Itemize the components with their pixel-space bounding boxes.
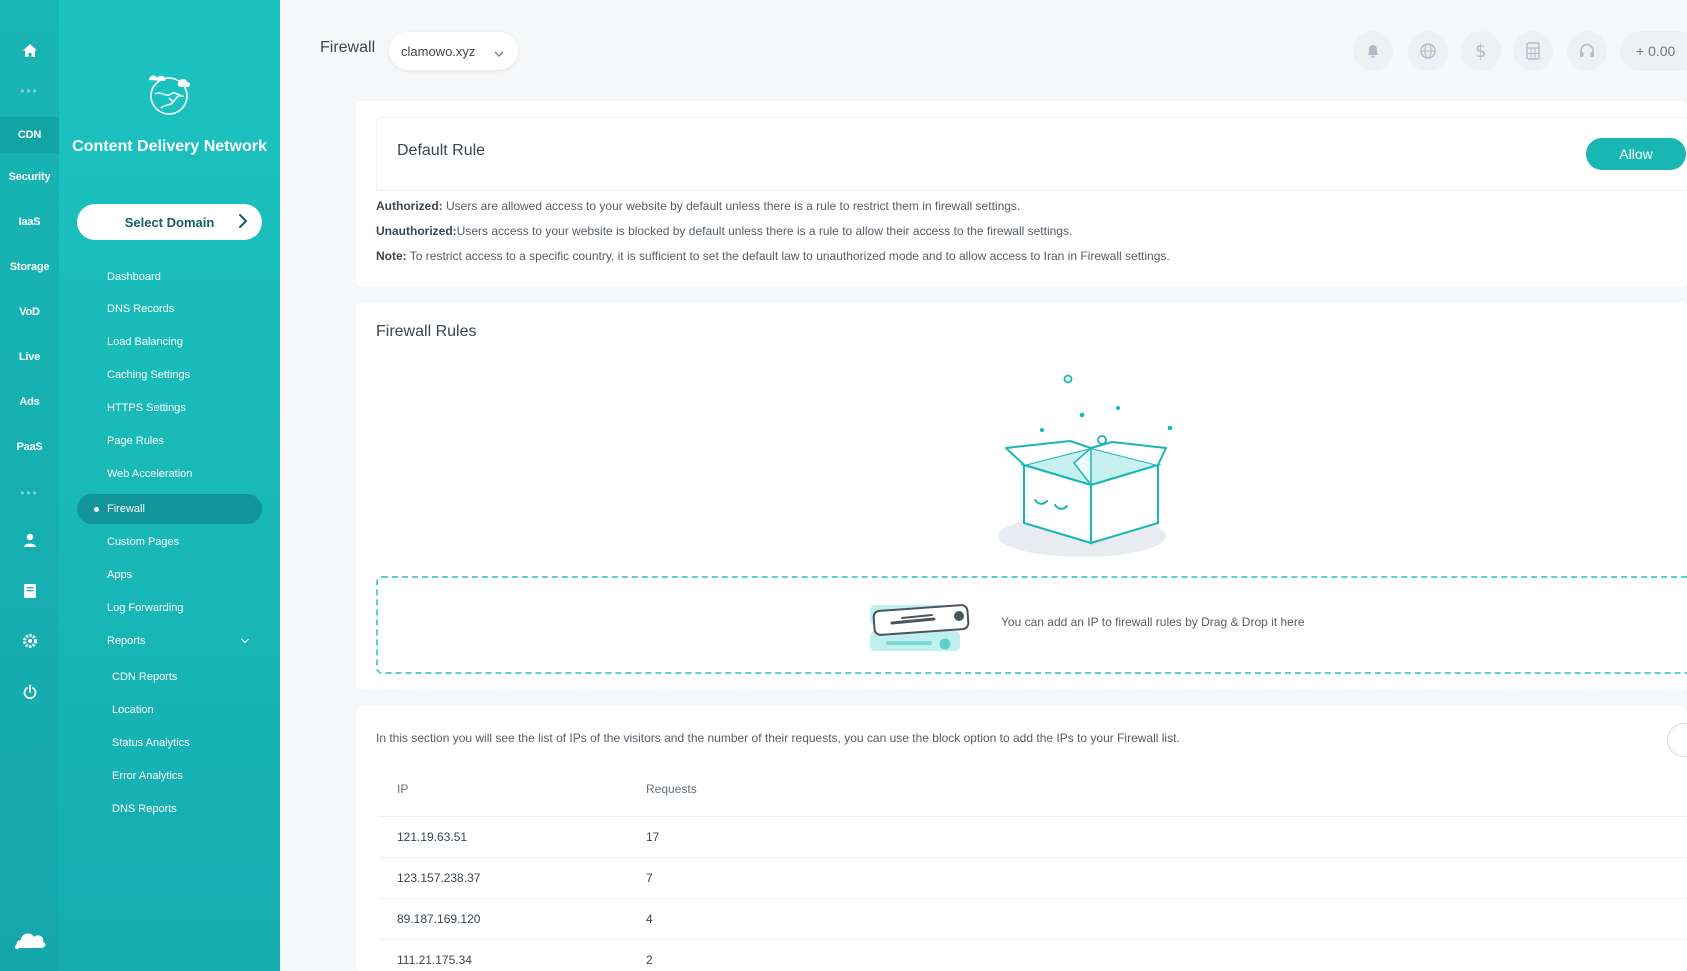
sidebar-item-label: Reports xyxy=(107,635,146,647)
rail-item-iaas[interactable]: IaaS xyxy=(0,216,59,228)
globe-icon[interactable] xyxy=(1408,31,1448,71)
sidebar-item-load-balancing[interactable]: Load Balancing xyxy=(77,327,262,357)
rule-label: Authorized: xyxy=(376,199,443,213)
rail-item-paas[interactable]: PaaS xyxy=(0,441,59,453)
chevron-down-icon xyxy=(494,46,504,61)
requests-cell: 17 xyxy=(646,830,660,844)
rule-authorized-text: Authorized: Users are allowed access to … xyxy=(376,199,1020,213)
table-row[interactable]: 89.187.169.120 4 xyxy=(378,898,1687,939)
ip-list-description: In this section you will see the list of… xyxy=(376,731,1180,745)
empty-box-illustration-icon xyxy=(985,368,1195,573)
sidebar-item-firewall[interactable]: Firewall xyxy=(77,494,262,524)
rule-description: Users access to your website is blocked … xyxy=(456,224,1073,238)
sidebar-subitem-location[interactable]: Location xyxy=(77,695,262,725)
sidebar-title: Content Delivery Network xyxy=(72,138,267,155)
rail-item-vod[interactable]: VoD xyxy=(0,306,59,318)
sidebar-item-label: Firewall xyxy=(107,503,145,515)
active-dot-icon xyxy=(94,507,99,512)
svg-text:$: $ xyxy=(1475,41,1486,61)
requests-cell: 2 xyxy=(646,953,653,967)
home-icon[interactable] xyxy=(0,42,59,60)
rule-note-text: Note: To restrict access to a specific c… xyxy=(376,249,1170,263)
sidebar-item-reports[interactable]: Reports xyxy=(77,626,262,656)
rail-item-cdn[interactable]: CDN xyxy=(0,117,59,153)
sidebar-subitem-cdn-reports[interactable]: CDN Reports xyxy=(77,662,262,692)
drop-zone-hint: You can add an IP to firewall rules by D… xyxy=(1001,615,1305,629)
select-domain-label: Select Domain xyxy=(124,214,215,230)
ip-cell: 89.187.169.120 xyxy=(397,912,481,926)
invoice-icon[interactable] xyxy=(0,583,59,599)
calculator-icon[interactable] xyxy=(1513,31,1553,71)
column-header-requests: Requests xyxy=(646,782,697,796)
dollar-icon[interactable]: $ xyxy=(1461,31,1501,71)
default-rule-header-box xyxy=(376,117,1687,191)
rail-separator: ••• xyxy=(20,84,39,98)
rail-item-security[interactable]: Security xyxy=(0,171,59,183)
allow-toggle-button[interactable]: Allow xyxy=(1586,138,1686,170)
sidebar-subitem-dns-reports[interactable]: DNS Reports xyxy=(77,794,262,824)
requests-cell: 7 xyxy=(646,871,653,885)
balance-button[interactable]: + 0.00 xyxy=(1620,31,1687,71)
ip-cell: 121.19.63.51 xyxy=(397,830,468,844)
table-row[interactable]: 123.157.238.37 7 xyxy=(378,857,1687,898)
sidebar-subitem-status-analytics[interactable]: Status Analytics xyxy=(77,728,262,758)
sidebar-item-web-acceleration[interactable]: Web Acceleration xyxy=(77,459,262,489)
rule-label: Note: xyxy=(376,249,407,263)
sidebar-subitem-error-analytics[interactable]: Error Analytics xyxy=(77,761,262,791)
cloud-logo-icon xyxy=(0,928,59,950)
ip-cell: 123.157.238.37 xyxy=(397,871,481,885)
sidebar-item-apps[interactable]: Apps xyxy=(77,560,262,590)
ip-cell: 111.21.175.34 xyxy=(397,953,472,967)
requests-cell: 4 xyxy=(646,912,653,926)
user-icon[interactable] xyxy=(0,532,59,548)
page-title: Firewall xyxy=(320,39,376,56)
firewall-rules-title: Firewall Rules xyxy=(376,323,477,340)
rail-item-storage[interactable]: Storage xyxy=(0,261,59,273)
sidebar-item-https-settings[interactable]: HTTPS Settings xyxy=(77,393,262,423)
server-illustration-icon xyxy=(866,601,976,664)
rule-description: To restrict access to a specific country… xyxy=(406,249,1170,263)
power-icon[interactable] xyxy=(0,684,59,700)
sidebar-item-caching-settings[interactable]: Caching Settings xyxy=(77,360,262,390)
domain-selector-value: clamowo.xyz xyxy=(401,43,476,59)
headset-icon[interactable] xyxy=(1567,31,1607,71)
sidebar-item-custom-pages[interactable]: Custom Pages xyxy=(77,527,262,557)
bell-icon[interactable] xyxy=(1353,31,1393,71)
select-domain-button[interactable]: Select Domain xyxy=(77,204,262,240)
domain-selector[interactable]: clamowo.xyz xyxy=(389,32,518,70)
table-row[interactable]: 111.21.175.34 2 xyxy=(378,939,1687,971)
gear-icon[interactable] xyxy=(0,633,59,649)
table-row[interactable]: 121.19.63.51 17 xyxy=(378,816,1687,857)
rail-separator: ••• xyxy=(20,486,39,500)
rail-item-ads[interactable]: Ads xyxy=(0,396,59,408)
product-rail: ••• CDN Security IaaS Storage VoD Live A… xyxy=(0,0,59,971)
default-rule-title: Default Rule xyxy=(397,142,486,159)
sidebar-item-log-forwarding[interactable]: Log Forwarding xyxy=(77,593,262,623)
rule-label: Unauthorized: xyxy=(376,224,457,238)
chevron-right-icon xyxy=(238,213,248,232)
cdn-globe-logo-icon xyxy=(143,68,195,125)
sidebar: Content Delivery Network Select Domain D… xyxy=(59,0,280,971)
sidebar-item-page-rules[interactable]: Page Rules xyxy=(77,426,262,456)
rail-item-live[interactable]: Live xyxy=(0,351,59,363)
column-header-ip: IP xyxy=(397,782,409,796)
rule-unauthorized-text: Unauthorized:Users access to your websit… xyxy=(376,224,1072,238)
rule-description: Users are allowed access to your website… xyxy=(442,199,1021,213)
sidebar-item-dns-records[interactable]: DNS Records xyxy=(77,294,262,324)
sidebar-item-dashboard[interactable]: Dashboard xyxy=(77,262,262,292)
